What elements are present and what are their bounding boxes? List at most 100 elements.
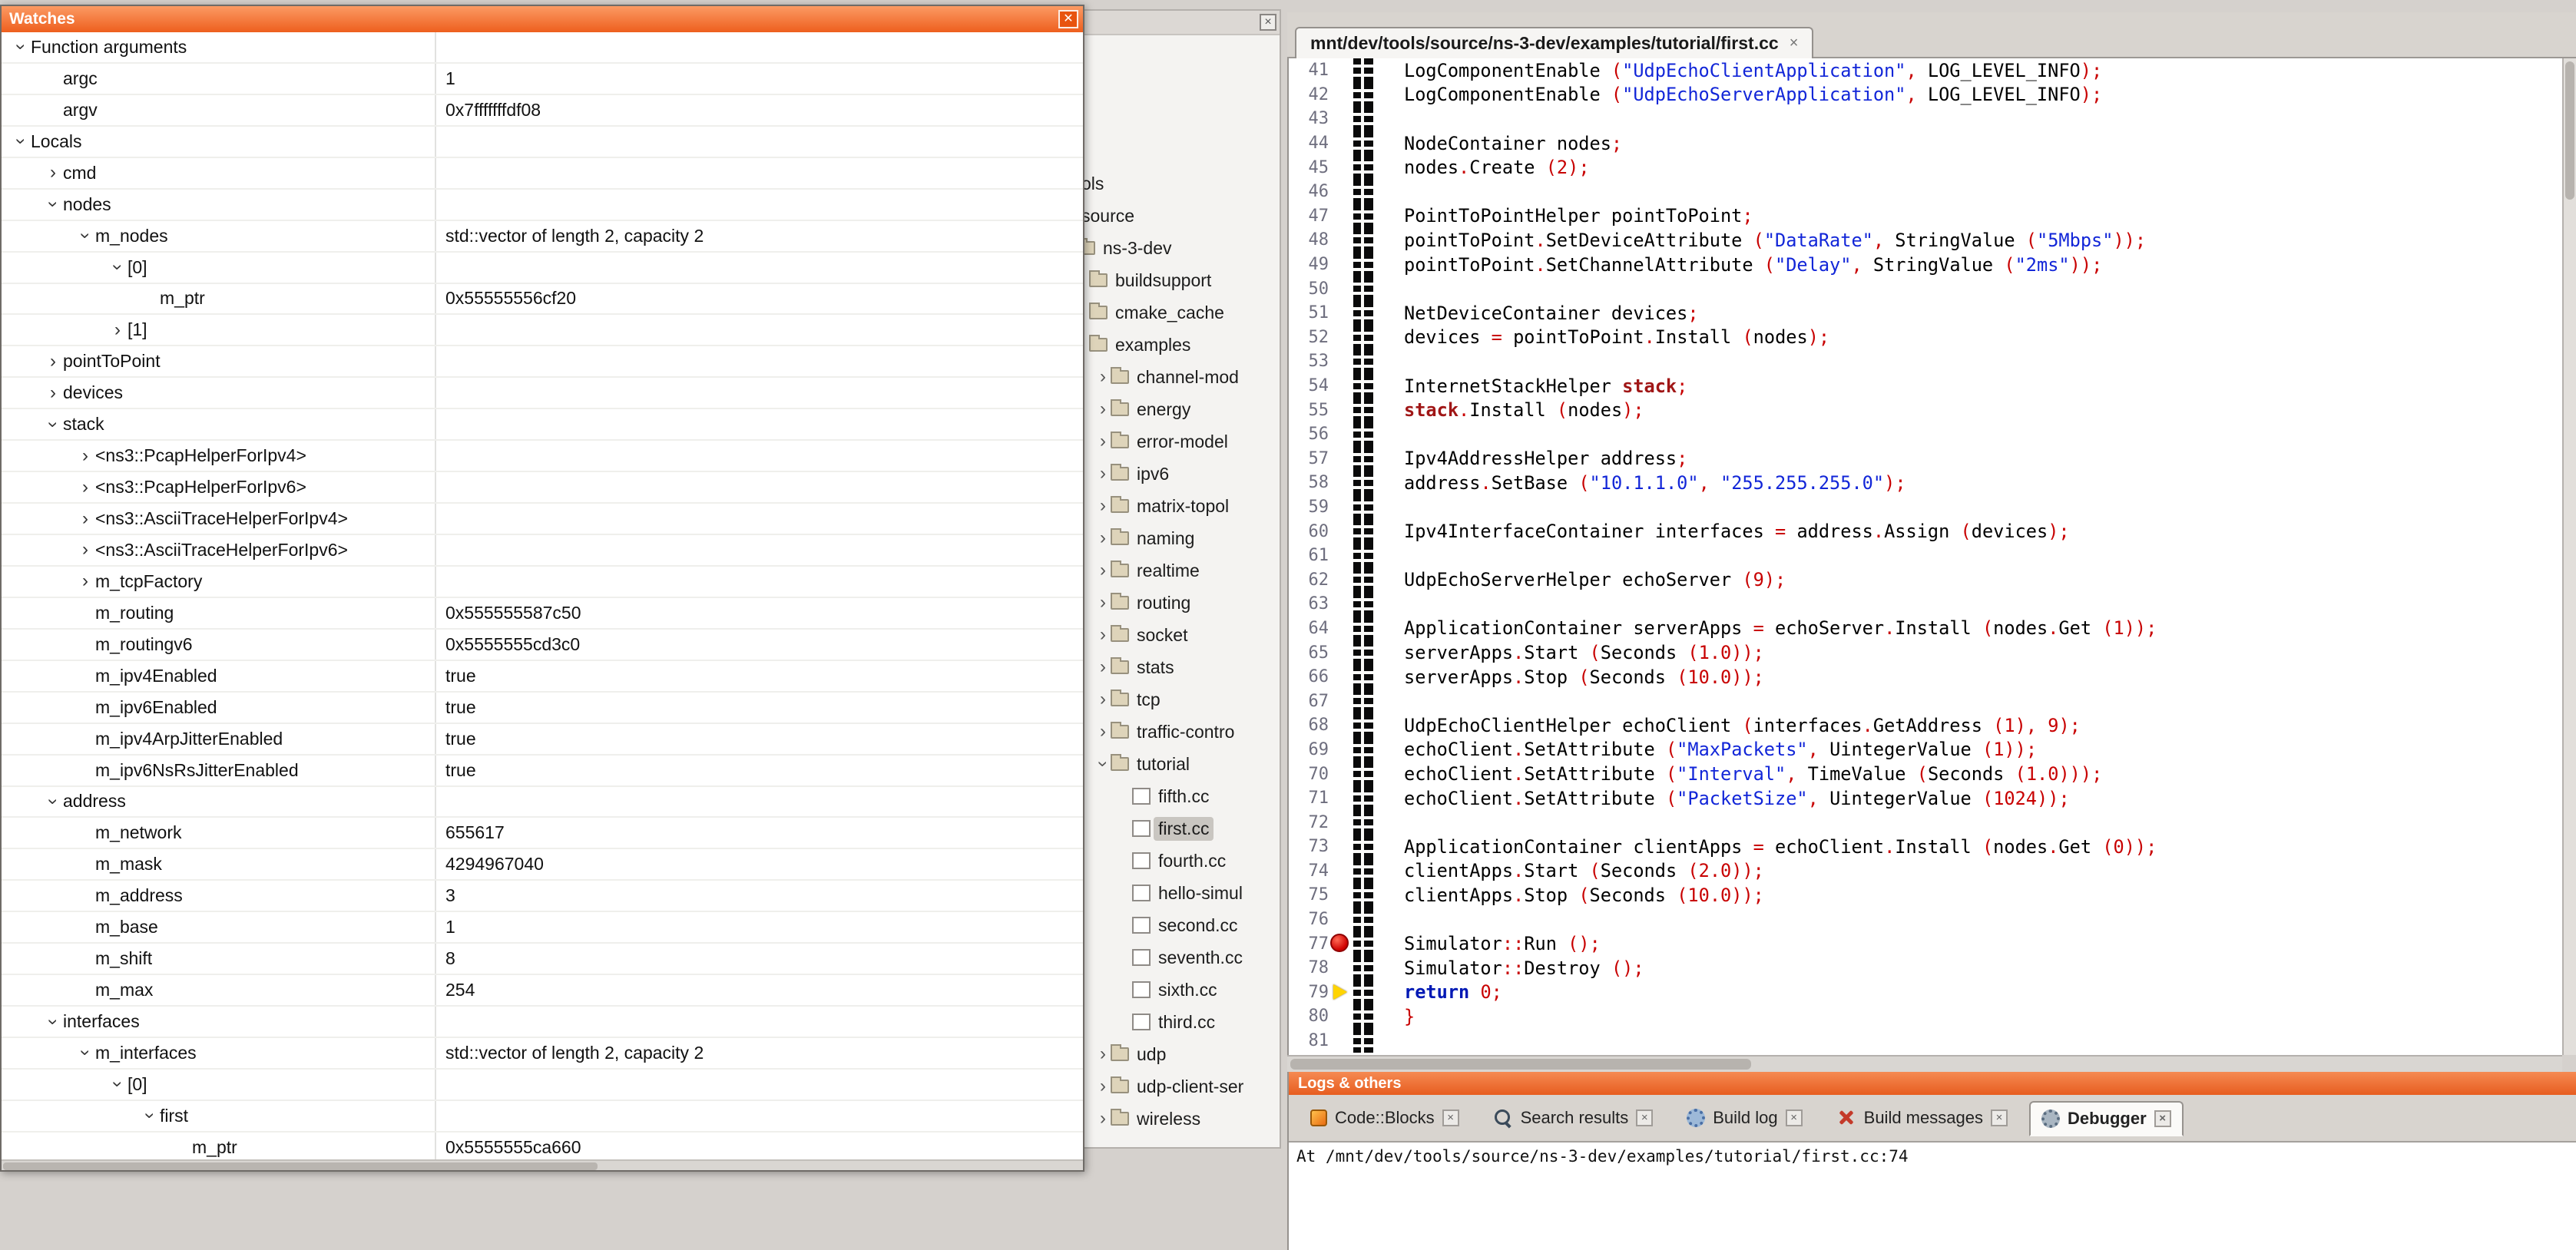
- watch-row[interactable]: ›first: [2, 1101, 1083, 1133]
- tree-item-stats[interactable]: ›stats: [1095, 651, 1280, 683]
- watch-row[interactable]: ›m_ipv4Enabledtrue: [2, 661, 1083, 693]
- watch-row[interactable]: ›cmd: [2, 158, 1083, 190]
- line-number[interactable]: 76: [1289, 910, 1335, 929]
- watch-row[interactable]: ›<ns3::AsciiTraceHelperForIpv4>: [2, 504, 1083, 535]
- code-line[interactable]: 67: [1289, 689, 2562, 713]
- expand-arrow-icon[interactable]: ›: [1095, 434, 1111, 449]
- line-number[interactable]: 64: [1289, 619, 1335, 638]
- collapse-arrow-icon[interactable]: ›: [141, 1106, 158, 1126]
- code-line[interactable]: 47PointToPointHelper pointToPoint;: [1289, 204, 2562, 229]
- tree-item-cmake-cache[interactable]: ›cmake_cache: [1074, 296, 1280, 329]
- code-line[interactable]: 58address.SetBase ("10.1.1.0", "255.255.…: [1289, 471, 2562, 495]
- log-tab-debugger[interactable]: Debugger×: [2029, 1101, 2184, 1136]
- watch-row[interactable]: ›m_ptr0x5555555ca660: [2, 1133, 1083, 1159]
- line-marker-gutter[interactable]: [1335, 1004, 1353, 1029]
- code-line[interactable]: 51NetDeviceContainer devices;: [1289, 301, 2562, 326]
- line-marker-gutter[interactable]: [1335, 447, 1353, 471]
- tab-close-icon[interactable]: ×: [1790, 35, 1799, 52]
- editor-vscrollbar[interactable]: [2562, 58, 2576, 1055]
- tab-close-icon[interactable]: ×: [1442, 1109, 1459, 1126]
- line-number[interactable]: 49: [1289, 255, 1335, 274]
- line-number[interactable]: 51: [1289, 303, 1335, 322]
- tree-item-matrix-topol[interactable]: ›matrix-topol: [1095, 490, 1280, 522]
- line-number[interactable]: 42: [1289, 85, 1335, 104]
- line-marker-gutter[interactable]: [1335, 1029, 1353, 1053]
- watch-row[interactable]: ›argv0x7fffffffdf08: [2, 95, 1083, 127]
- line-marker-gutter[interactable]: [1335, 931, 1353, 956]
- line-number[interactable]: 74: [1289, 861, 1335, 881]
- collapse-arrow-icon[interactable]: ›: [45, 194, 61, 214]
- code-line[interactable]: 57Ipv4AddressHelper address;: [1289, 447, 2562, 471]
- line-marker-gutter[interactable]: [1335, 689, 1353, 713]
- expand-arrow-icon[interactable]: ›: [1095, 595, 1111, 610]
- log-tab-build-log[interactable]: Build log×: [1674, 1100, 1814, 1136]
- code-line[interactable]: 56: [1289, 422, 2562, 447]
- line-marker-gutter[interactable]: [1335, 471, 1353, 495]
- line-marker-gutter[interactable]: [1335, 398, 1353, 422]
- line-marker-gutter[interactable]: [1335, 349, 1353, 374]
- code-line[interactable]: 66serverApps.Stop (Seconds (10.0));: [1289, 665, 2562, 689]
- line-number[interactable]: 69: [1289, 740, 1335, 759]
- line-marker-gutter[interactable]: [1335, 665, 1353, 689]
- code-line[interactable]: 77Simulator::Run ();: [1289, 931, 2562, 956]
- line-number[interactable]: 81: [1289, 1031, 1335, 1050]
- tree-item-first-cc[interactable]: first.cc: [1132, 812, 1280, 845]
- panel-splitter[interactable]: [1281, 0, 1287, 1250]
- line-number[interactable]: 54: [1289, 376, 1335, 395]
- expand-arrow-icon[interactable]: ›: [75, 541, 95, 558]
- code-line[interactable]: 80}: [1289, 1004, 2562, 1029]
- line-marker-gutter[interactable]: [1335, 253, 1353, 277]
- tree-item-udp-client-ser[interactable]: ›udp-client-ser: [1095, 1070, 1280, 1103]
- line-marker-gutter[interactable]: [1335, 640, 1353, 665]
- line-marker-gutter[interactable]: [1335, 326, 1353, 350]
- line-marker-gutter[interactable]: [1335, 592, 1353, 617]
- tree-item-examples[interactable]: ›examples: [1074, 329, 1280, 361]
- code-line[interactable]: 55stack.Install (nodes);: [1289, 398, 2562, 422]
- code-line[interactable]: 78Simulator::Destroy ();: [1289, 956, 2562, 980]
- collapse-arrow-icon[interactable]: ›: [77, 226, 94, 246]
- tree-item-ols[interactable]: ols: [1077, 167, 1280, 200]
- line-number[interactable]: 55: [1289, 401, 1335, 420]
- collapse-arrow-icon[interactable]: ›: [109, 1074, 126, 1094]
- tree-item-traffic-contro[interactable]: ›traffic-contro: [1095, 716, 1280, 748]
- collapse-arrow-icon[interactable]: ›: [45, 415, 61, 435]
- watch-row[interactable]: ›m_routingv60x5555555cd3c0: [2, 630, 1083, 661]
- line-number[interactable]: 46: [1289, 182, 1335, 201]
- tree-item-third-cc[interactable]: third.cc: [1132, 1006, 1280, 1038]
- line-marker-gutter[interactable]: [1335, 617, 1353, 641]
- collapse-arrow-icon[interactable]: ›: [45, 1012, 61, 1032]
- line-marker-gutter[interactable]: [1335, 204, 1353, 229]
- vscrollbar-thumb[interactable]: [2565, 61, 2574, 200]
- watch-row[interactable]: ›m_network655617: [2, 818, 1083, 849]
- code-line[interactable]: 59: [1289, 495, 2562, 520]
- tree-item-socket[interactable]: ›socket: [1095, 619, 1280, 651]
- watch-row[interactable]: ›m_max254: [2, 975, 1083, 1007]
- tree-item-tcp[interactable]: ›tcp: [1095, 683, 1280, 716]
- expand-arrow-icon[interactable]: ›: [1095, 563, 1111, 578]
- code-line[interactable]: 79return 0;: [1289, 980, 2562, 1005]
- code-line[interactable]: 46: [1289, 180, 2562, 204]
- code-line[interactable]: 45nodes.Create (2);: [1289, 155, 2562, 180]
- watch-row[interactable]: ›m_tcpFactory: [2, 567, 1083, 598]
- line-marker-gutter[interactable]: [1335, 107, 1353, 131]
- watch-row[interactable]: ›[0]: [2, 253, 1083, 284]
- line-number[interactable]: 53: [1289, 352, 1335, 371]
- expand-arrow-icon[interactable]: ›: [75, 511, 95, 527]
- expand-arrow-icon[interactable]: ›: [1095, 1079, 1111, 1094]
- line-number[interactable]: 61: [1289, 546, 1335, 565]
- expand-arrow-icon[interactable]: ›: [1095, 660, 1111, 675]
- line-number[interactable]: 80: [1289, 1007, 1335, 1026]
- tab-close-icon[interactable]: ×: [1636, 1109, 1653, 1126]
- code-line[interactable]: 71echoClient.SetAttribute ("PacketSize",…: [1289, 786, 2562, 811]
- collapse-arrow-icon[interactable]: ›: [109, 257, 126, 277]
- watches-hscrollbar[interactable]: [2, 1159, 1083, 1170]
- watches-titlebar[interactable]: Watches ✕: [2, 6, 1083, 32]
- line-number[interactable]: 43: [1289, 109, 1335, 128]
- hscrollbar-thumb[interactable]: [3, 1162, 598, 1170]
- watch-row[interactable]: ›m_address3: [2, 881, 1083, 912]
- tab-close-icon[interactable]: ×: [2154, 1110, 2171, 1127]
- code-line[interactable]: 65serverApps.Start (Seconds (1.0));: [1289, 640, 2562, 665]
- line-number[interactable]: 58: [1289, 473, 1335, 492]
- line-marker-gutter[interactable]: [1335, 713, 1353, 738]
- code-line[interactable]: 73ApplicationContainer clientApps = echo…: [1289, 835, 2562, 859]
